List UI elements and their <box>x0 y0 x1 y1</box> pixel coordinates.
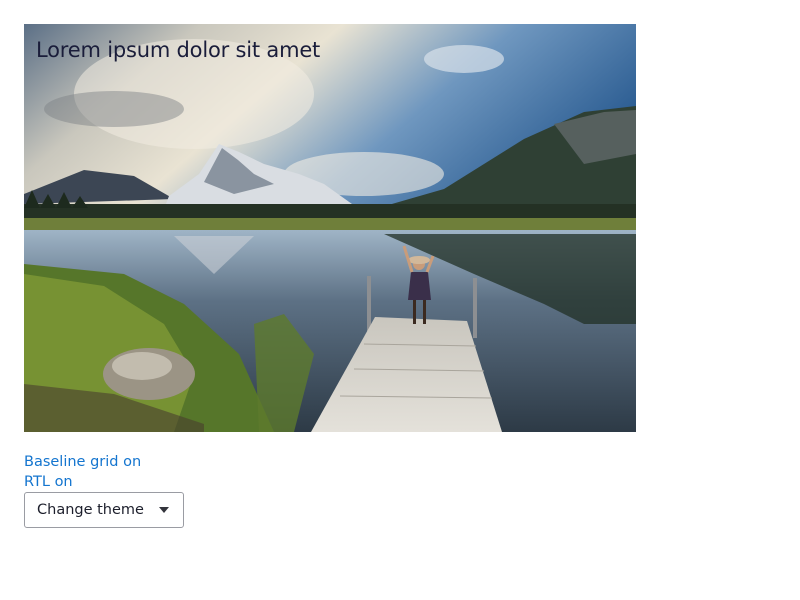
hero-card: Lorem ipsum dolor sit amet <box>24 24 636 432</box>
hero-title: Lorem ipsum dolor sit amet <box>36 38 321 62</box>
toggle-links: Baseline grid on RTL on <box>24 452 141 492</box>
baseline-grid-toggle-link[interactable]: Baseline grid on <box>24 452 141 472</box>
change-theme-label: Change theme <box>37 502 144 518</box>
landscape-photo <box>24 24 636 432</box>
change-theme-button[interactable]: Change theme <box>24 492 184 528</box>
page: Lorem ipsum dolor sit amet Baseline grid… <box>0 0 800 600</box>
caret-down-icon <box>159 507 169 513</box>
rtl-toggle-link[interactable]: RTL on <box>24 472 141 492</box>
